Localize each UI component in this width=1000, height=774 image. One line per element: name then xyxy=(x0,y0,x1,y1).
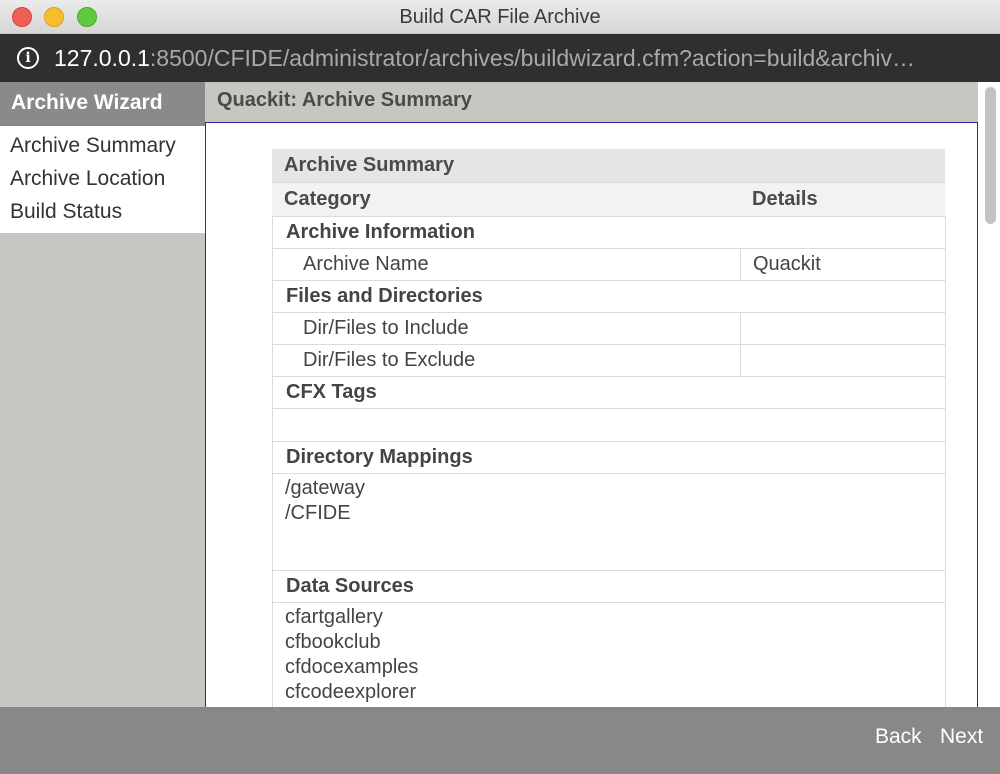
list-item: cfcodeexplorer xyxy=(285,681,417,703)
column-header-details: Details xyxy=(752,188,818,210)
table-row: Dir/Files to Include xyxy=(272,312,947,345)
url-path: :8500/CFIDE/administrator/archives/build… xyxy=(149,45,915,71)
section-files-and-directories: Files and Directories xyxy=(271,280,947,313)
include-files-label: Dir/Files to Include xyxy=(272,312,741,345)
section-archive-information: Archive Information xyxy=(271,216,947,249)
list-item: /gateway xyxy=(285,477,366,499)
wizard-footer: Back Next xyxy=(0,707,1000,774)
summary-details-table: Archive Information Archive Name Quackit… xyxy=(271,216,947,707)
info-icon[interactable]: i xyxy=(17,47,39,69)
url-text[interactable]: 127.0.0.1:8500/CFIDE/administrator/archi… xyxy=(54,34,984,82)
directory-mappings-list: /gateway /CFIDE xyxy=(271,473,947,571)
address-bar[interactable]: i 127.0.0.1:8500/CFIDE/administrator/arc… xyxy=(0,34,1000,82)
wizard-sidebar: Archive Wizard Archive Summary Archive L… xyxy=(0,82,205,707)
window-titlebar: Build CAR File Archive xyxy=(0,0,1000,34)
data-sources-list: cfartgallery cfbookclub cfdocexamples cf… xyxy=(271,602,947,707)
content-panel: Archive Summary Category Details Archive… xyxy=(205,122,978,708)
sidebar-list: Archive Summary Archive Location Build S… xyxy=(0,126,205,233)
table-row: Dir/Files to Exclude xyxy=(272,344,947,377)
table-row xyxy=(271,408,947,442)
list-item: cfdocexamples xyxy=(285,656,419,678)
url-host: 127.0.0.1 xyxy=(54,45,150,71)
table-row: Data Sources xyxy=(271,570,947,603)
list-item: cfbookclub xyxy=(285,631,381,653)
archive-summary-table: Archive Summary Category Details Archive… xyxy=(271,149,947,707)
exclude-files-label: Dir/Files to Exclude xyxy=(272,344,741,377)
table-row: Archive Name Quackit xyxy=(272,248,947,281)
list-item: cfartgallery xyxy=(285,606,383,628)
table-row: /gateway /CFIDE xyxy=(271,473,947,571)
vertical-scrollbar[interactable] xyxy=(978,82,1000,707)
include-files-value xyxy=(739,312,947,345)
column-header-category: Category xyxy=(284,188,371,210)
cfx-tags-list xyxy=(271,408,947,442)
table-row: CFX Tags xyxy=(271,376,947,409)
sidebar-item-archive-location[interactable]: Archive Location xyxy=(0,162,205,195)
table-row: cfartgallery cfbookclub cfdocexamples cf… xyxy=(271,602,947,707)
list-item: /CFIDE xyxy=(285,502,351,524)
section-directory-mappings: Directory Mappings xyxy=(271,441,947,474)
back-button[interactable]: Back xyxy=(875,725,922,749)
table-row: Files and Directories xyxy=(271,280,947,313)
exclude-files-value xyxy=(739,344,947,377)
sidebar-header: Archive Wizard xyxy=(0,82,205,126)
section-cfx-tags: CFX Tags xyxy=(271,376,947,409)
page-title: Quackit: Archive Summary xyxy=(205,82,978,122)
summary-column-headers: Category Details xyxy=(272,182,945,216)
section-data-sources: Data Sources xyxy=(271,570,947,603)
sidebar-item-build-status[interactable]: Build Status xyxy=(0,195,205,228)
archive-name-label: Archive Name xyxy=(272,248,741,281)
archive-name-value: Quackit xyxy=(739,248,947,281)
sidebar-item-archive-summary[interactable]: Archive Summary xyxy=(0,129,205,162)
summary-title: Archive Summary xyxy=(272,149,945,182)
scrollbar-thumb[interactable] xyxy=(985,87,996,224)
table-row: Archive Information xyxy=(271,216,947,249)
next-button[interactable]: Next xyxy=(940,725,983,749)
table-row: Directory Mappings xyxy=(271,441,947,474)
window-title: Build CAR File Archive xyxy=(399,6,601,28)
